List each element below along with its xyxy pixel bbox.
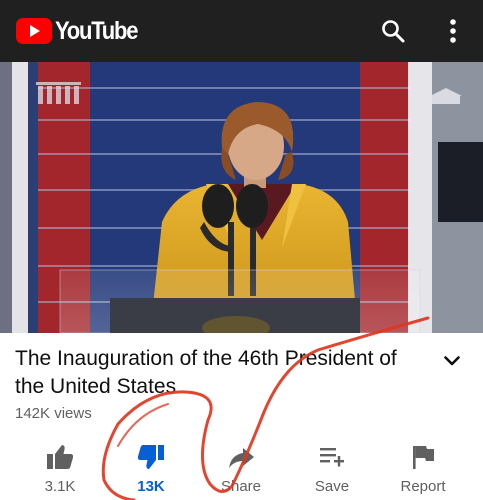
like-button[interactable]: 3.1K — [20, 436, 100, 500]
more-options-button[interactable] — [436, 14, 470, 48]
expand-description-button[interactable] — [438, 347, 466, 375]
video-frame — [0, 62, 483, 333]
share-button[interactable]: Share — [201, 436, 281, 500]
playlist-add-icon — [320, 448, 344, 467]
more-vert-icon — [450, 19, 456, 43]
view-count: 142K views — [15, 405, 92, 422]
flag-icon — [413, 446, 434, 469]
search-button[interactable] — [376, 14, 410, 48]
app-name: YouTube — [55, 17, 138, 45]
video-player[interactable] — [0, 62, 483, 333]
video-title: The Inauguration of the 46th President o… — [15, 347, 397, 398]
share-label: Share — [220, 478, 262, 495]
report-button[interactable]: Report — [383, 436, 463, 500]
action-bar: 3.1K 13K Share Save Report — [0, 436, 483, 500]
save-label: Save — [314, 478, 350, 495]
dislike-button[interactable]: 13K — [111, 436, 191, 500]
report-label: Report — [400, 478, 446, 495]
search-icon — [382, 20, 405, 43]
like-count: 3.1K — [44, 478, 76, 495]
thumb-down-icon — [137, 445, 164, 469]
chevron-down-icon — [444, 356, 460, 366]
dislike-count: 13K — [137, 478, 165, 495]
share-icon — [229, 448, 254, 468]
youtube-logo[interactable]: YouTube — [16, 18, 148, 44]
youtube-play-icon — [16, 18, 52, 44]
thumb-up-icon — [47, 445, 74, 469]
save-button[interactable]: Save — [292, 436, 372, 500]
top-app-bar: YouTube — [0, 0, 483, 62]
